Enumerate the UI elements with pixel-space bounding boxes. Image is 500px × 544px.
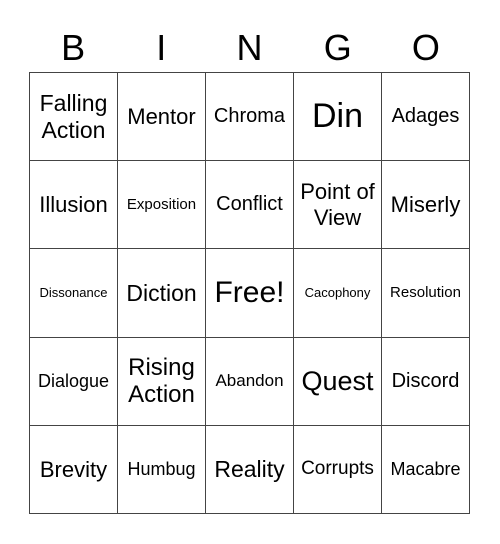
bingo-cell: Adages	[382, 73, 470, 162]
bingo-cell: Quest	[294, 337, 382, 426]
bingo-cell: Corrupts	[294, 425, 382, 514]
bingo-cell: Falling Action	[30, 73, 118, 162]
bingo-cell: Dissonance	[30, 249, 118, 338]
bingo-header: B I N G O	[29, 26, 470, 70]
bingo-cell: Din	[294, 73, 382, 162]
bingo-cell: Brevity	[30, 425, 118, 514]
header-letter-b: B	[61, 27, 86, 68]
bingo-cell: Point of View	[294, 161, 382, 250]
bingo-cell: Diction	[118, 249, 206, 338]
header-letter-n: N	[236, 27, 263, 68]
bingo-cell: Rising Action	[118, 337, 206, 426]
bingo-cell: Humbug	[118, 425, 206, 514]
bingo-cell: Abandon	[206, 337, 294, 426]
bingo-cell: Chroma	[206, 73, 294, 162]
bingo-grid: Falling Action Mentor Chroma Din Adages …	[29, 72, 470, 514]
bingo-cell: Cacophony	[294, 249, 382, 338]
bingo-cell: Reality	[206, 425, 294, 514]
bingo-cell: Macabre	[382, 425, 470, 514]
header-letter-o: O	[411, 27, 440, 68]
header-letter-i: I	[156, 27, 167, 68]
bingo-cell: Illusion	[30, 161, 118, 250]
bingo-cell: Discord	[382, 337, 470, 426]
bingo-cell: Dialogue	[30, 337, 118, 426]
bingo-cell: Exposition	[118, 161, 206, 250]
bingo-cell: Miserly	[382, 161, 470, 250]
free-space: Free!	[206, 249, 294, 338]
bingo-cell: Resolution	[382, 249, 470, 338]
header-letter-g: G	[323, 27, 352, 68]
bingo-cell: Conflict	[206, 161, 294, 250]
bingo-cell: Mentor	[118, 73, 206, 162]
